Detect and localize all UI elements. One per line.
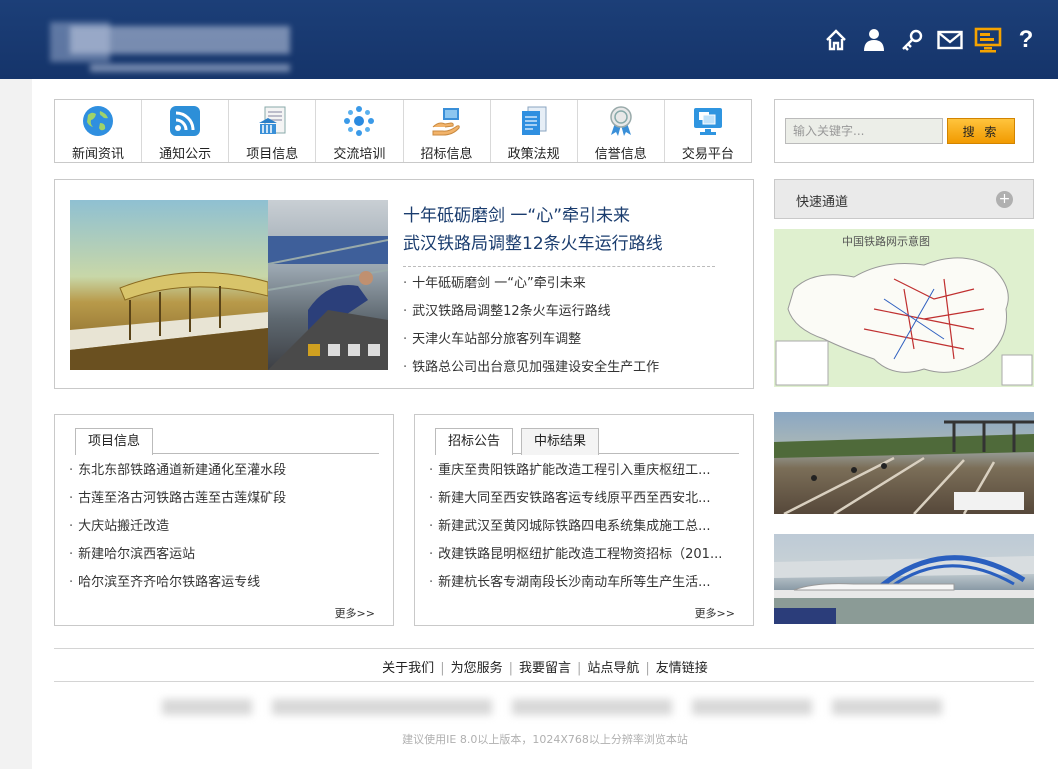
nav-label: 政策法规: [507, 147, 560, 162]
search-button[interactable]: 搜 索: [947, 118, 1015, 144]
key-icon[interactable]: [898, 26, 926, 54]
headline-line[interactable]: 十年砥砺磨剑 一“心”牵引未来: [403, 202, 715, 230]
nav-label: 信誉信息: [594, 147, 647, 162]
slider-photo-station: [70, 200, 269, 370]
project-list: 东北东部铁路通道新建通化至灌水段 古莲至洛古河铁路古莲至古莲煤矿段 大庆站搬迁改…: [69, 457, 379, 597]
footer-links: 关于我们 | 为您服务 | 我要留言 | 站点导航 | 友情链接: [32, 657, 1058, 676]
list-item[interactable]: 武汉铁路局调整12条火车运行路线: [403, 298, 659, 326]
document-bank-icon: [255, 105, 289, 137]
high-speed-train-bridge-photo[interactable]: [774, 534, 1034, 624]
news-slider[interactable]: [70, 200, 388, 370]
list-item[interactable]: 铁路总公司出台意见加强建设安全生产工作: [403, 354, 659, 382]
project-tabs: 项目信息: [75, 428, 379, 455]
header-toolbar: ?: [822, 26, 1040, 54]
list-item[interactable]: 十年砥砺磨剑 一“心”牵引未来: [403, 270, 659, 298]
network-dots-icon: [342, 105, 376, 137]
news-list: 十年砥砺磨剑 一“心”牵引未来 武汉铁路局调整12条火车运行路线 天津火车站部分…: [403, 270, 659, 382]
nav-label: 通知公示: [159, 147, 212, 162]
nav-label: 交流培训: [333, 147, 386, 162]
browser-recommendation: 建议使用IE 8.0以上版本，1024X768以上分辨率浏览本站: [402, 733, 688, 746]
nav-label: 项目信息: [246, 147, 299, 162]
mail-icon[interactable]: [936, 26, 964, 54]
quick-access-label: 快速通道: [796, 195, 849, 210]
monitor-icon[interactable]: [974, 26, 1002, 54]
list-item[interactable]: 天津火车站部分旅客列车调整: [403, 326, 659, 354]
documents-icon: [517, 105, 551, 137]
news-panel: 十年砥砺磨剑 一“心”牵引未来 武汉铁路局调整12条火车运行路线 十年砥砺磨剑 …: [54, 179, 754, 389]
nav-item-notices[interactable]: 通知公示: [142, 100, 230, 162]
nav-item-news[interactable]: 新闻资讯: [55, 100, 143, 162]
bid-info-panel: 招标公告 中标结果 重庆至贵阳铁路扩能改造工程引入重庆枢纽工... 新建大同至西…: [414, 414, 754, 626]
more-link[interactable]: 更多>>: [695, 605, 735, 621]
nav-item-policy[interactable]: 政策法规: [491, 100, 578, 162]
tab-bid-announcement[interactable]: 招标公告: [435, 428, 514, 455]
site-logo[interactable]: [50, 8, 300, 74]
headline[interactable]: 十年砥砺磨剑 一“心”牵引未来 武汉铁路局调整12条火车运行路线: [403, 202, 715, 267]
list-item[interactable]: 新建大同至西安铁路客运专线原平西至西安北...: [429, 485, 739, 513]
nav-item-trading[interactable]: 交易平台: [665, 100, 751, 162]
page-body: 新闻资讯 通知公示 项目信息 交流培训 招标信息 政策法规 信誉信息 交易平台 …: [32, 79, 1058, 769]
quick-access-bar[interactable]: 快速通道 +: [774, 179, 1034, 219]
nav-label: 交易平台: [681, 147, 734, 162]
bid-list: 重庆至贵阳铁路扩能改造工程引入重庆枢纽工... 新建大同至西安铁路客运专线原平西…: [429, 457, 739, 597]
site-header: ?: [0, 0, 1058, 79]
expand-plus-icon[interactable]: +: [996, 191, 1013, 208]
globe-icon: [81, 105, 115, 137]
rss-icon: [168, 105, 202, 137]
slider-dot[interactable]: [348, 344, 360, 356]
footer-link-about[interactable]: 关于我们: [376, 661, 440, 676]
slider-dot[interactable]: [328, 344, 340, 356]
slider-dot[interactable]: [368, 344, 380, 356]
monitor-windows-icon: [691, 105, 725, 137]
footer-separator: |: [440, 661, 445, 676]
list-item[interactable]: 古莲至洛古河铁路古莲至古莲煤矿段: [69, 485, 379, 513]
nav-item-credit[interactable]: 信誉信息: [578, 100, 665, 162]
list-item[interactable]: 改建铁路昆明枢纽扩能改造工程物资招标（201...: [429, 541, 739, 569]
list-item[interactable]: 哈尔滨至齐齐哈尔铁路客运专线: [69, 569, 379, 597]
home-icon[interactable]: [822, 26, 850, 54]
footer-link-friends[interactable]: 友情链接: [650, 661, 714, 676]
footer-copyright-redacted: [162, 691, 942, 721]
bid-tabs: 招标公告 中标结果: [435, 428, 739, 455]
footer-link-message[interactable]: 我要留言: [513, 661, 577, 676]
tab-project-info[interactable]: 项目信息: [75, 428, 154, 455]
footer-link-service[interactable]: 为您服务: [445, 661, 509, 676]
railway-map-image[interactable]: 中国铁路网示意图: [774, 229, 1034, 387]
headline-line[interactable]: 武汉铁路局调整12条火车运行路线: [403, 230, 715, 258]
award-ribbon-icon: [604, 105, 638, 137]
list-item[interactable]: 大庆站搬迁改造: [69, 513, 379, 541]
slider-dots: [308, 344, 380, 356]
list-item[interactable]: 重庆至贵阳铁路扩能改造工程引入重庆枢纽工...: [429, 457, 739, 485]
nav-label: 新闻资讯: [72, 147, 125, 162]
project-info-panel: 项目信息 东北东部铁路通道新建通化至灌水段 古莲至洛古河铁路古莲至古莲煤矿段 大…: [54, 414, 394, 626]
more-link[interactable]: 更多>>: [335, 605, 375, 621]
search-input[interactable]: [785, 118, 943, 144]
tab-winning-results[interactable]: 中标结果: [521, 428, 600, 455]
railway-construction-photo[interactable]: [774, 412, 1034, 514]
nav-item-projects[interactable]: 项目信息: [229, 100, 317, 162]
help-icon[interactable]: ?: [1012, 26, 1040, 54]
footer-divider: [54, 681, 1034, 682]
handshake-icon: [430, 105, 464, 137]
footer-divider: [54, 648, 1034, 649]
nav-label: 招标信息: [420, 147, 473, 162]
slider-dot[interactable]: [308, 344, 320, 356]
list-item[interactable]: 新建杭长客专湖南段长沙南动车所等生产生活...: [429, 569, 739, 597]
main-nav: 新闻资讯 通知公示 项目信息 交流培训 招标信息 政策法规 信誉信息 交易平台: [54, 99, 752, 163]
search-panel: 搜 索: [774, 99, 1034, 163]
list-item[interactable]: 东北东部铁路通道新建通化至灌水段: [69, 457, 379, 485]
user-icon[interactable]: [860, 26, 888, 54]
footer-link-sitemap[interactable]: 站点导航: [581, 661, 645, 676]
list-item[interactable]: 新建哈尔滨西客运站: [69, 541, 379, 569]
list-item[interactable]: 新建武汉至黄冈城际铁路四电系统集成施工总...: [429, 513, 739, 541]
nav-item-training[interactable]: 交流培训: [316, 100, 404, 162]
nav-item-bidding[interactable]: 招标信息: [404, 100, 491, 162]
